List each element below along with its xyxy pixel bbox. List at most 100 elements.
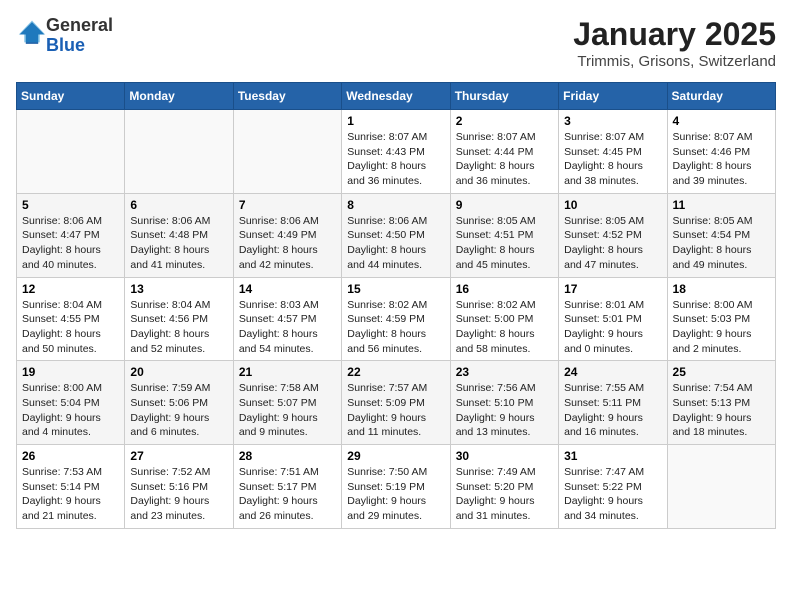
calendar-body: 1Sunrise: 8:07 AM Sunset: 4:43 PM Daylig…: [17, 110, 776, 529]
day-info: Sunrise: 7:59 AM Sunset: 5:06 PM Dayligh…: [130, 381, 227, 440]
calendar-cell: 24Sunrise: 7:55 AM Sunset: 5:11 PM Dayli…: [559, 361, 667, 445]
day-info: Sunrise: 7:47 AM Sunset: 5:22 PM Dayligh…: [564, 465, 661, 524]
day-number: 13: [130, 282, 227, 296]
day-info: Sunrise: 7:56 AM Sunset: 5:10 PM Dayligh…: [456, 381, 553, 440]
calendar-cell: 5 Sunrise: 8:06 AM Sunset: 4:47 PM Daylig…: [17, 193, 125, 277]
calendar-cell: 13 Sunrise: 8:04 AM Sunset: 4:56 PM Dayli…: [125, 277, 233, 361]
day-info: Sunrise: 8:06 AM Sunset: 4:47 PM Dayligh…: [22, 214, 119, 273]
day-info: Sunrise: 7:51 AM Sunset: 5:17 PM Dayligh…: [239, 465, 336, 524]
weekday-header: Sunday: [17, 83, 125, 110]
logo-general-text: General: [46, 15, 113, 35]
weekday-header: Wednesday: [342, 83, 450, 110]
day-info: Sunrise: 8:05 AM Sunset: 4:54 PM Dayligh…: [673, 214, 770, 273]
logo: General Blue: [16, 16, 113, 56]
calendar-cell: 21 Sunrise: 7:58 AM Sunset: 5:07 PM Dayli…: [233, 361, 341, 445]
calendar-cell: 17 Sunrise: 8:01 AM Sunset: 5:01 PM Dayli…: [559, 277, 667, 361]
day-info: Sunrise: 8:04 AM Sunset: 4:55 PM Dayligh…: [22, 298, 119, 357]
day-info: Sunrise: 8:06 AM Sunset: 4:50 PM Dayligh…: [347, 214, 444, 273]
calendar-cell: 2 Sunrise: 8:07 AM Sunset: 4:44 PM Daylig…: [450, 110, 558, 194]
calendar-cell: 1Sunrise: 8:07 AM Sunset: 4:43 PM Daylig…: [342, 110, 450, 194]
logo-blue-text: Blue: [46, 35, 85, 55]
location-text: Trimmis, Grisons, Switzerland: [573, 53, 776, 70]
day-number: 6: [130, 198, 227, 212]
calendar-cell: [233, 110, 341, 194]
calendar-cell: 9 Sunrise: 8:05 AM Sunset: 4:51 PM Daylig…: [450, 193, 558, 277]
day-number: 7: [239, 198, 336, 212]
day-number: 25: [673, 365, 770, 379]
calendar-cell: 26Sunrise: 7:53 AM Sunset: 5:14 PM Dayli…: [17, 445, 125, 529]
day-number: 11: [673, 198, 770, 212]
day-info: Sunrise: 7:57 AM Sunset: 5:09 PM Dayligh…: [347, 381, 444, 440]
day-info: Sunrise: 8:00 AM Sunset: 5:03 PM Dayligh…: [673, 298, 770, 357]
day-info: Sunrise: 8:06 AM Sunset: 4:49 PM Dayligh…: [239, 214, 336, 273]
day-info: Sunrise: 8:07 AM Sunset: 4:44 PM Dayligh…: [456, 130, 553, 189]
day-number: 10: [564, 198, 661, 212]
calendar-cell: [17, 110, 125, 194]
day-number: 21: [239, 365, 336, 379]
day-number: 29: [347, 449, 444, 463]
day-number: 30: [456, 449, 553, 463]
calendar-cell: 27Sunrise: 7:52 AM Sunset: 5:16 PM Dayli…: [125, 445, 233, 529]
calendar-cell: 28 Sunrise: 7:51 AM Sunset: 5:17 PM Dayli…: [233, 445, 341, 529]
day-number: 4: [673, 114, 770, 128]
day-info: Sunrise: 8:07 AM Sunset: 4:45 PM Dayligh…: [564, 130, 661, 189]
day-number: 20: [130, 365, 227, 379]
day-info: Sunrise: 7:49 AM Sunset: 5:20 PM Dayligh…: [456, 465, 553, 524]
day-number: 1: [347, 114, 444, 128]
calendar-cell: 29 Sunrise: 7:50 AM Sunset: 5:19 PM Dayli…: [342, 445, 450, 529]
day-info: Sunrise: 7:52 AM Sunset: 5:16 PM Dayligh…: [130, 465, 227, 524]
calendar-cell: 10 Sunrise: 8:05 AM Sunset: 4:52 PM Dayli…: [559, 193, 667, 277]
day-number: 31: [564, 449, 661, 463]
calendar-table: SundayMondayTuesdayWednesdayThursdayFrid…: [16, 82, 776, 529]
calendar-cell: 7 Sunrise: 8:06 AM Sunset: 4:49 PM Daylig…: [233, 193, 341, 277]
calendar-header-row: SundayMondayTuesdayWednesdayThursdayFrid…: [17, 83, 776, 110]
day-number: 22: [347, 365, 444, 379]
day-info: Sunrise: 7:58 AM Sunset: 5:07 PM Dayligh…: [239, 381, 336, 440]
calendar-cell: 23Sunrise: 7:56 AM Sunset: 5:10 PM Dayli…: [450, 361, 558, 445]
calendar-week-row: 1Sunrise: 8:07 AM Sunset: 4:43 PM Daylig…: [17, 110, 776, 194]
day-number: 17: [564, 282, 661, 296]
calendar-cell: 12Sunrise: 8:04 AM Sunset: 4:55 PM Dayli…: [17, 277, 125, 361]
day-number: 15: [347, 282, 444, 296]
calendar-cell: 3 Sunrise: 8:07 AM Sunset: 4:45 PM Daylig…: [559, 110, 667, 194]
day-number: 18: [673, 282, 770, 296]
logo-icon: [18, 19, 46, 47]
day-number: 19: [22, 365, 119, 379]
day-number: 5: [22, 198, 119, 212]
calendar-cell: 22 Sunrise: 7:57 AM Sunset: 5:09 PM Dayli…: [342, 361, 450, 445]
day-number: 2: [456, 114, 553, 128]
calendar-cell: 25 Sunrise: 7:54 AM Sunset: 5:13 PM Dayli…: [667, 361, 775, 445]
day-info: Sunrise: 8:01 AM Sunset: 5:01 PM Dayligh…: [564, 298, 661, 357]
day-info: Sunrise: 8:02 AM Sunset: 4:59 PM Dayligh…: [347, 298, 444, 357]
day-number: 26: [22, 449, 119, 463]
calendar-cell: 18 Sunrise: 8:00 AM Sunset: 5:03 PM Dayli…: [667, 277, 775, 361]
calendar-week-row: 26Sunrise: 7:53 AM Sunset: 5:14 PM Dayli…: [17, 445, 776, 529]
day-info: Sunrise: 7:50 AM Sunset: 5:19 PM Dayligh…: [347, 465, 444, 524]
calendar-cell: 14 Sunrise: 8:03 AM Sunset: 4:57 PM Dayli…: [233, 277, 341, 361]
weekday-header: Friday: [559, 83, 667, 110]
page-header: General Blue January 2025 Trimmis, Griso…: [16, 16, 776, 70]
calendar-cell: 31 Sunrise: 7:47 AM Sunset: 5:22 PM Dayli…: [559, 445, 667, 529]
weekday-header: Thursday: [450, 83, 558, 110]
day-info: Sunrise: 8:05 AM Sunset: 4:52 PM Dayligh…: [564, 214, 661, 273]
calendar-cell: 4 Sunrise: 8:07 AM Sunset: 4:46 PM Daylig…: [667, 110, 775, 194]
calendar-cell: 8 Sunrise: 8:06 AM Sunset: 4:50 PM Daylig…: [342, 193, 450, 277]
day-info: Sunrise: 7:54 AM Sunset: 5:13 PM Dayligh…: [673, 381, 770, 440]
weekday-header: Saturday: [667, 83, 775, 110]
day-info: Sunrise: 8:05 AM Sunset: 4:51 PM Dayligh…: [456, 214, 553, 273]
day-info: Sunrise: 8:03 AM Sunset: 4:57 PM Dayligh…: [239, 298, 336, 357]
day-number: 16: [456, 282, 553, 296]
month-title: January 2025: [573, 16, 776, 53]
day-number: 28: [239, 449, 336, 463]
day-number: 3: [564, 114, 661, 128]
day-number: 9: [456, 198, 553, 212]
day-info: Sunrise: 8:00 AM Sunset: 5:04 PM Dayligh…: [22, 381, 119, 440]
day-info: Sunrise: 8:07 AM Sunset: 4:46 PM Dayligh…: [673, 130, 770, 189]
day-number: 8: [347, 198, 444, 212]
title-block: January 2025 Trimmis, Grisons, Switzerla…: [573, 16, 776, 70]
day-info: Sunrise: 8:04 AM Sunset: 4:56 PM Dayligh…: [130, 298, 227, 357]
calendar-week-row: 12Sunrise: 8:04 AM Sunset: 4:55 PM Dayli…: [17, 277, 776, 361]
day-number: 14: [239, 282, 336, 296]
calendar-cell: 19 Sunrise: 8:00 AM Sunset: 5:04 PM Dayli…: [17, 361, 125, 445]
calendar-cell: [125, 110, 233, 194]
